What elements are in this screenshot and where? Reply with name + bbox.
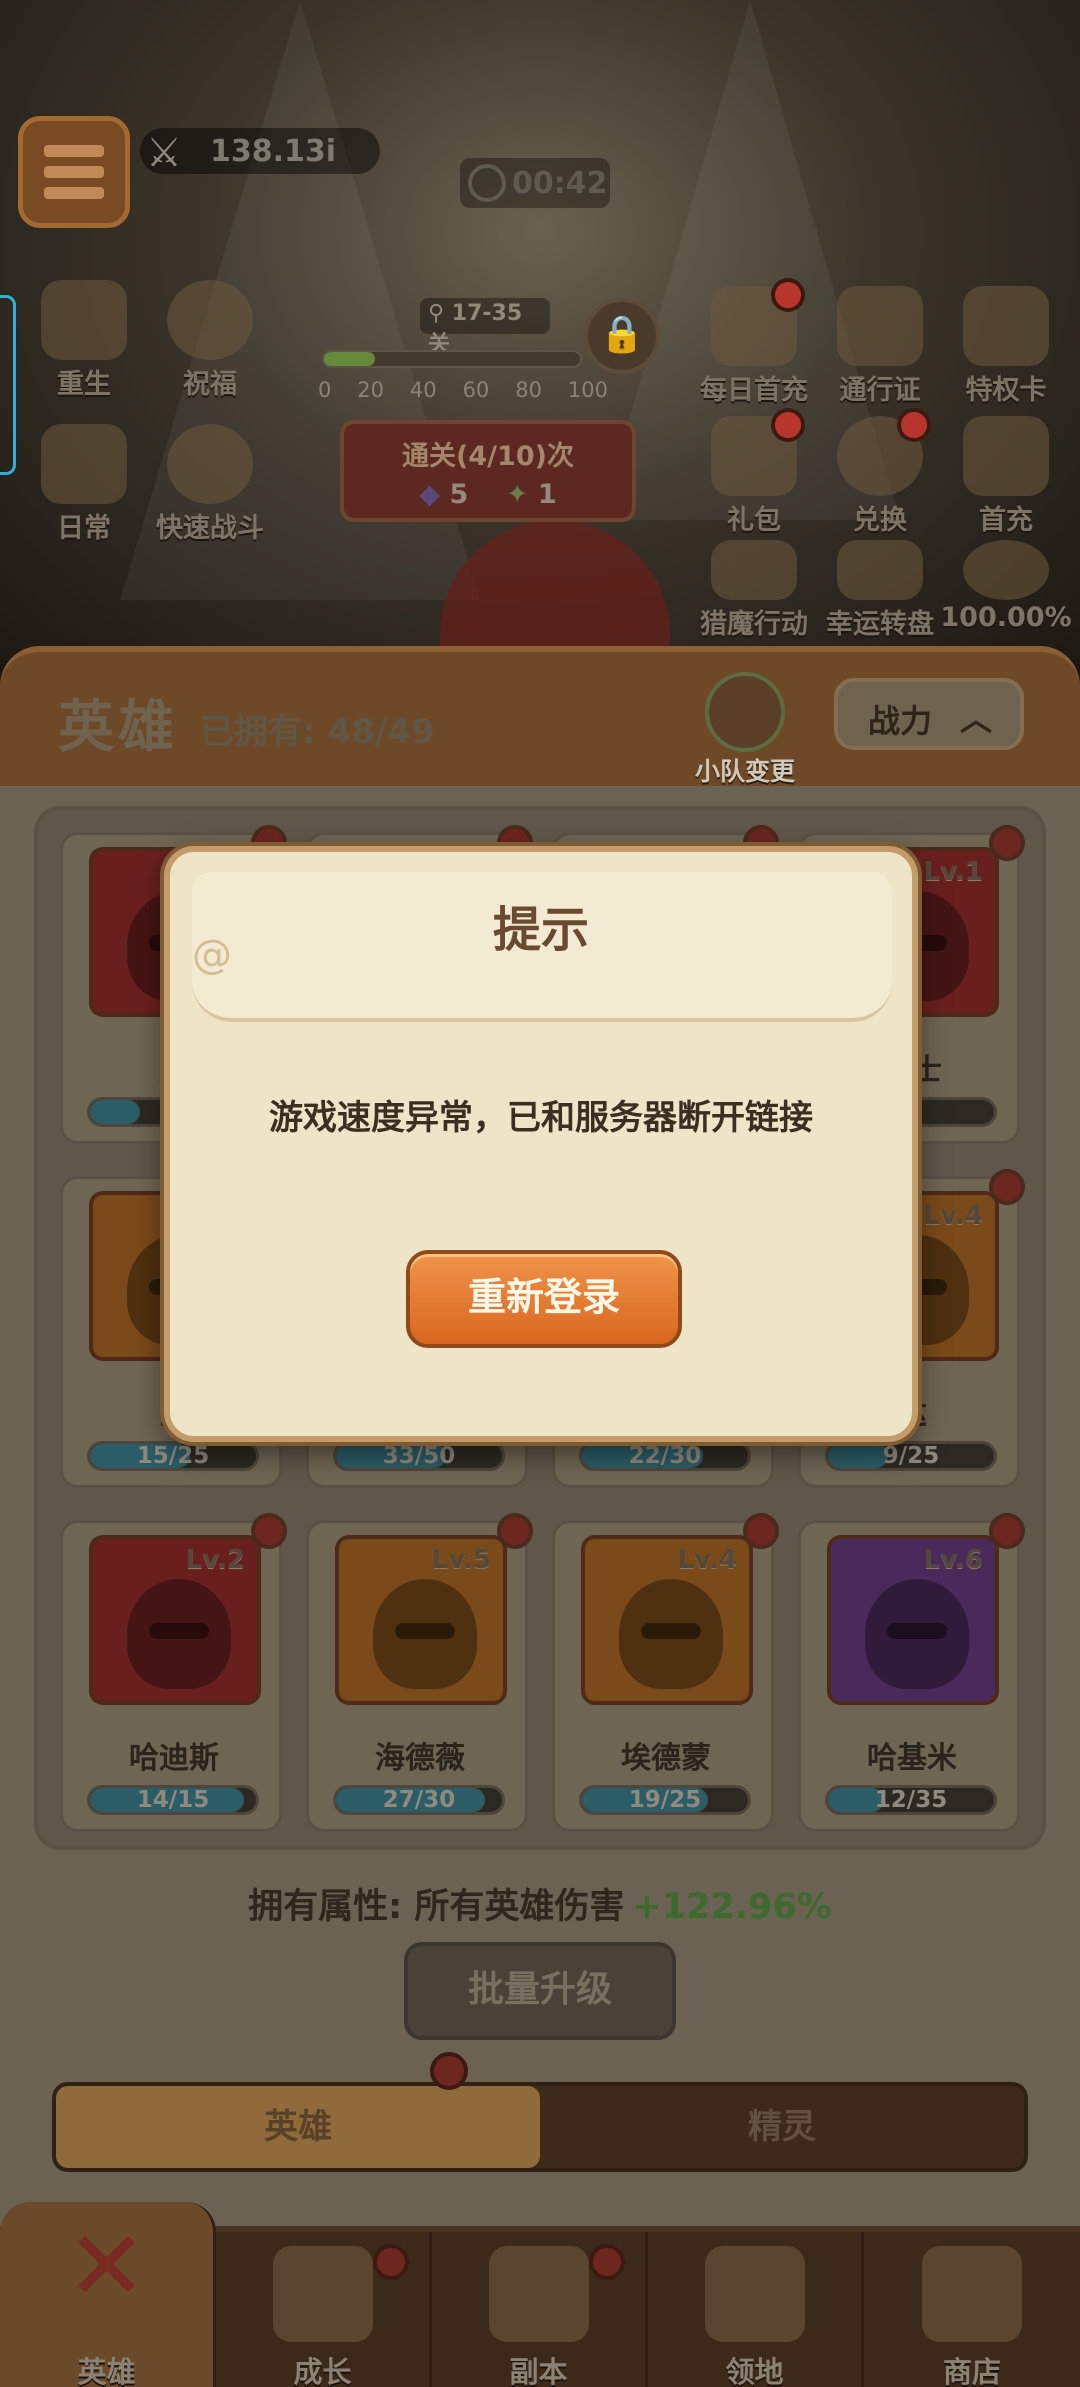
dialog-title: 提示 (492, 902, 589, 958)
relogin-button[interactable]: 重新登录 (406, 1250, 682, 1348)
dialog-message: 游戏速度异常，已和服务器断开链接 (269, 1098, 813, 1138)
disconnect-dialog: @ 提示 游戏速度异常，已和服务器断开链接 重新登录 (164, 846, 918, 1442)
modal-overlay[interactable]: @ 提示 游戏速度异常，已和服务器断开链接 重新登录 (0, 0, 1080, 2387)
